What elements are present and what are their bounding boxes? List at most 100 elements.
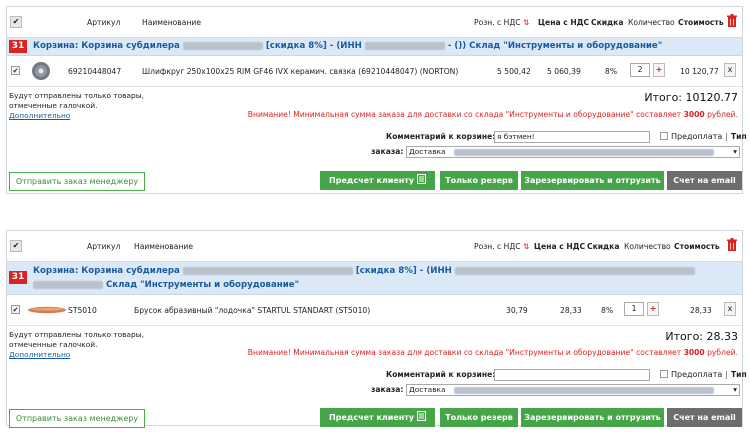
redacted-address [453,148,714,156]
type-label: Тип [731,370,747,379]
row-checkbox[interactable]: ✔ [11,66,20,75]
reserve-and-ship-button[interactable]: Зарезервировать и отгрузить [521,171,664,190]
cart-title: Корзина: Корзина субдилера [скидка 8%] -… [33,41,663,51]
col-qty: Количество [628,18,675,27]
item-discount: 8% [605,67,618,76]
col-retail[interactable]: Розн. с НДС ⇅ [474,242,529,251]
email-invoice-button[interactable]: Счет на email [667,171,742,190]
col-name: Наименование [134,242,194,251]
table-row: ✔ 69210448047 Шлифкруг 250x100x25 RIM GF… [7,56,742,87]
item-retail: 30,79 [506,306,528,315]
cart-footer: Будут отправлены только товары, отмеченн… [7,87,747,195]
cart-title-bar: 31 Корзина: Корзина субдилера [скидка 8%… [7,38,742,56]
email-invoice-button[interactable]: Счет на email [667,408,742,427]
row-checkbox[interactable]: ✔ [11,305,20,314]
cart-title: Корзина: Корзина субдилера [скидка 8%] -… [33,264,733,292]
cart-total: Итого: 28.33 [665,330,738,343]
table-row: ✔ ST5010 Брусок абразивный "лодочка" STA… [7,295,742,326]
comment-input[interactable]: я бэтмен! [494,131,650,143]
item-name: Брусок абразивный "лодочка" STARTUL STAN… [134,306,371,315]
item-article: 69210448047 [68,67,122,76]
quantity-input[interactable]: 2 [630,63,650,77]
delivery-select[interactable]: Доставка ▾ [406,146,740,158]
client-invoice-button[interactable]: Предсчет клиенту [320,408,435,427]
col-cost: Стоимость [678,18,724,27]
document-icon [416,411,426,421]
prepay-label: Предоплата [671,132,723,141]
more-link[interactable]: Дополнительно [9,111,70,120]
item-retail: 5 500,42 [497,67,531,76]
abrasive-stone-icon [28,306,66,314]
delivery-select[interactable]: Доставка ▾ [406,384,740,396]
col-article: Артикул [87,18,121,27]
col-retail[interactable]: Розн. с НДС ⇅ [474,18,529,27]
item-name: Шлифкруг 250x100x25 RIM GF46 IVX керамич… [142,67,459,76]
order-label: заказа: [371,385,404,394]
min-order-warning: Внимание! Минимальная сумма заказа для д… [247,348,738,357]
comment-label: Комментарий к корзине: [386,370,496,379]
cart-title-bar: 31 Корзина: Корзина субдилера [скидка 8%… [7,262,742,295]
sort-icon[interactable]: ⇅ [523,242,529,251]
prepay-label: Предоплата [671,370,723,379]
prepay-checkbox[interactable] [660,370,668,378]
trash-icon[interactable] [726,14,738,28]
send-to-manager-button[interactable]: Отправить заказ менеджеру [9,172,145,191]
redacted-address [453,386,714,394]
item-cost: 28,33 [690,306,712,315]
send-note: Будут отправлены только товары, отмеченн… [9,91,144,110]
chevron-down-icon: ▾ [733,147,737,156]
item-price: 5 060,39 [547,67,581,76]
client-invoice-button[interactable]: Предсчет клиенту [320,171,435,190]
cart-number-badge: 31 [9,40,27,53]
col-article: Артикул [87,242,121,251]
quantity-input[interactable]: 1 [624,302,644,316]
grinding-wheel-icon [32,62,50,80]
comment-label: Комментарий к корзине: [386,132,496,141]
redacted-inn [364,41,445,50]
col-discount: Скидка [591,18,624,27]
table-header: ✔ Артикул Наименование Розн. с НДС ⇅ Цен… [7,231,742,262]
col-price: Цена с НДС [534,242,586,251]
col-name: Наименование [142,18,202,27]
redacted-dealer [182,266,353,275]
cart-panel: ✔ Артикул Наименование Розн. с НДС ⇅ Цен… [6,230,747,428]
select-all-checkbox[interactable]: ✔ [10,16,22,28]
col-discount: Скидка [587,242,620,251]
item-cost: 10 120,77 [680,67,719,76]
more-link[interactable]: Дополнительно [9,350,70,359]
trash-icon[interactable] [726,238,738,252]
cart-number-badge: 31 [9,271,27,284]
reserve-only-button[interactable]: Только резерв [440,171,518,190]
prepay-checkbox[interactable] [660,132,668,140]
remove-item-button[interactable]: x [724,302,736,316]
reserve-and-ship-button[interactable]: Зарезервировать и отгрузить [521,408,664,427]
cart-panel: ✔ Артикул Наименование Розн. с НДС ⇅ Цен… [6,6,747,195]
send-note: Будут отправлены только товары, отмеченн… [9,330,144,349]
quantity-plus-button[interactable]: + [653,63,665,77]
item-price: 28,33 [560,306,582,315]
order-label: заказа: [371,147,404,156]
table-header: ✔ Артикул Наименование Розн. с НДС ⇅ Цен… [7,7,742,38]
document-icon [416,174,426,184]
sort-icon[interactable]: ⇅ [523,18,529,27]
remove-item-button[interactable]: x [724,63,736,77]
redacted-company [33,280,103,289]
type-separator: | [725,132,728,141]
redacted-dealer [182,41,263,50]
cart-total: Итого: 10120.77 [644,91,738,104]
item-article: ST5010 [68,306,97,315]
redacted-inn [454,266,695,275]
select-all-checkbox[interactable]: ✔ [10,240,22,252]
type-separator: | [725,370,728,379]
send-to-manager-button[interactable]: Отправить заказ менеджеру [9,409,145,428]
item-discount: 8% [601,306,614,315]
comment-input[interactable] [494,369,650,381]
quantity-plus-button[interactable]: + [647,302,659,316]
col-price: Цена с НДС [538,18,590,27]
col-cost: Стоимость [674,242,720,251]
type-label: Тип [731,132,747,141]
chevron-down-icon: ▾ [733,385,737,394]
cart-footer: Будут отправлены только товары, отмеченн… [7,326,747,428]
col-qty: Количество [624,242,671,251]
reserve-only-button[interactable]: Только резерв [440,408,518,427]
